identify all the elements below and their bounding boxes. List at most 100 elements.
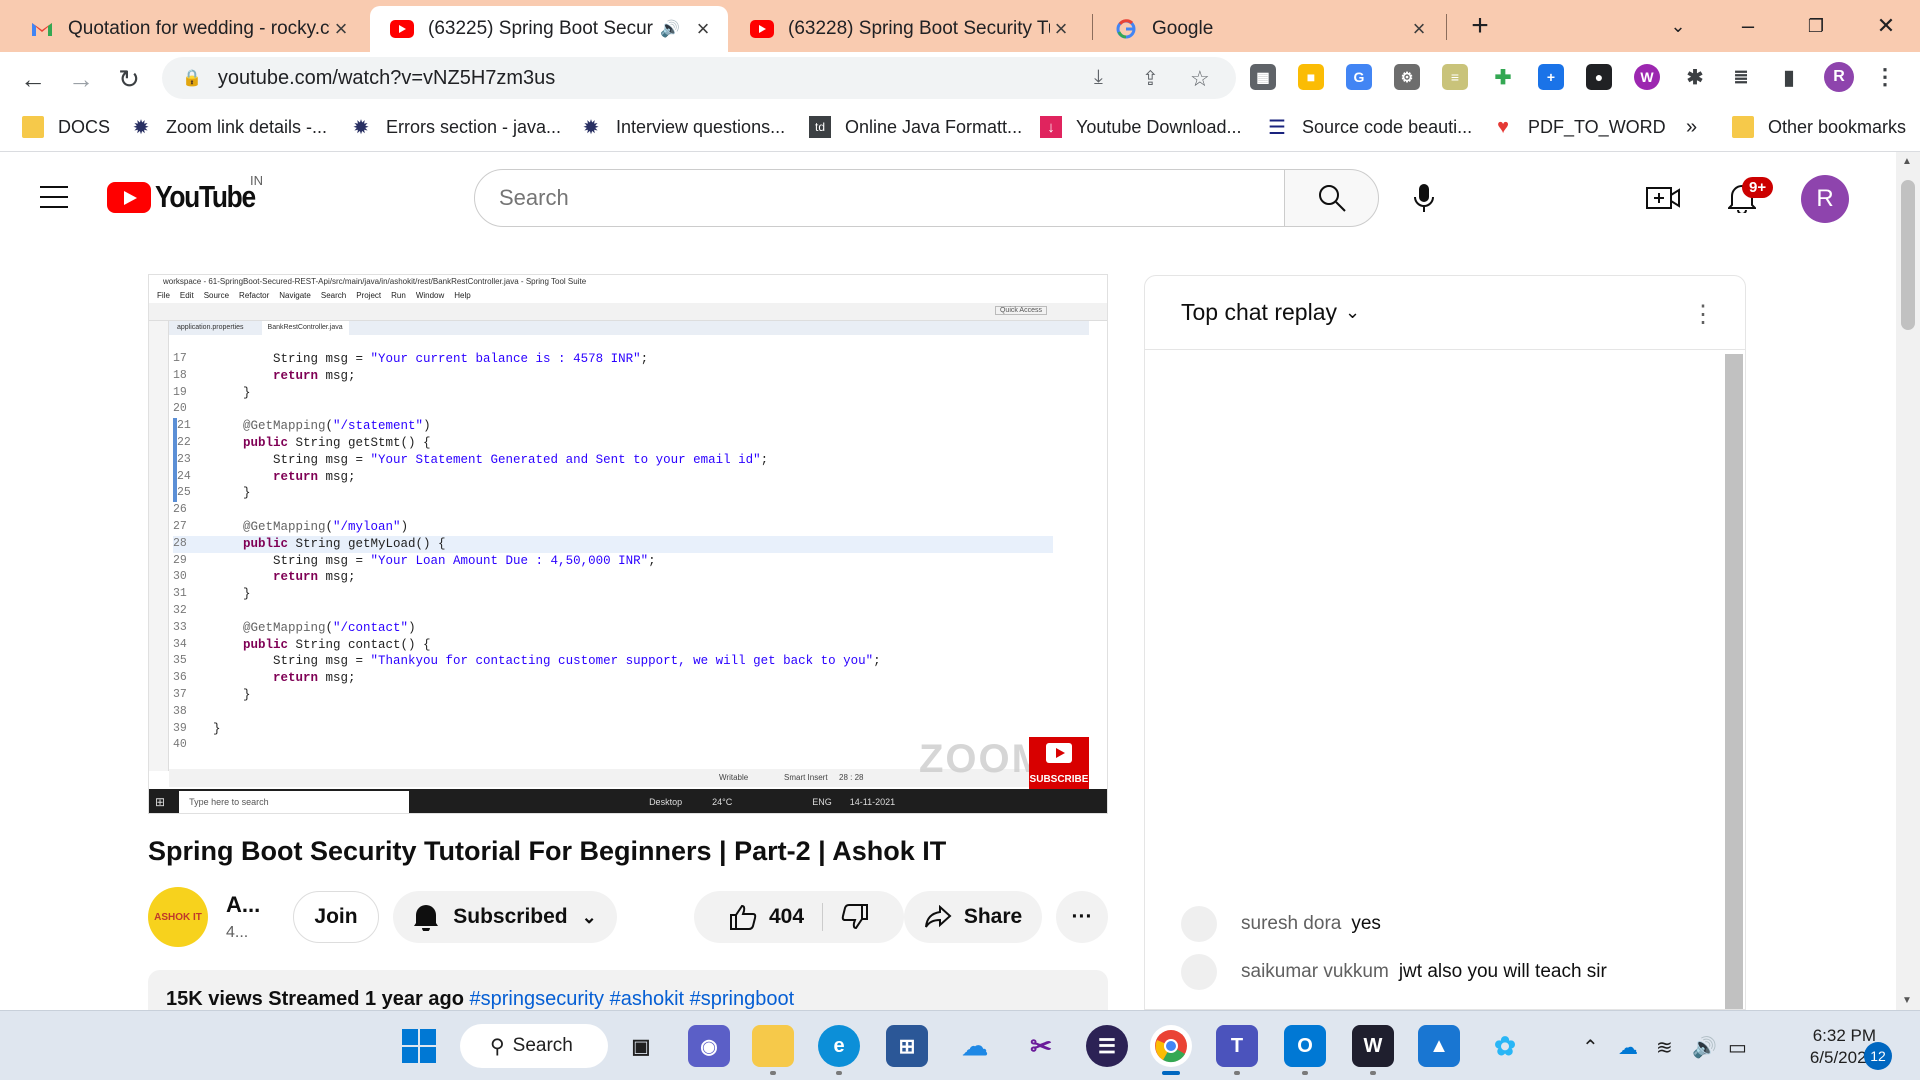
code-text: return msg; <box>273 671 356 686</box>
bookmark-pdf-to-word[interactable]: ♥ PDF_TO_WORD <box>1492 114 1666 140</box>
voice-search-button[interactable] <box>1395 169 1453 227</box>
channel-name[interactable]: A... <box>226 892 260 918</box>
bookmark-online-java-formatter[interactable]: td Online Java Formatt... <box>809 114 1022 140</box>
bookmark-docs[interactable]: DOCS <box>22 114 110 140</box>
chat-avatar[interactable] <box>1181 906 1217 942</box>
chat-kebab-menu-icon[interactable]: ⋮ <box>1691 300 1715 329</box>
clock[interactable]: 6:32 PM 6/5/2023 <box>1782 1025 1876 1069</box>
chrome-browser-icon[interactable] <box>1150 1025 1192 1075</box>
like-button[interactable]: 404 <box>729 903 824 931</box>
new-tab-button[interactable]: + <box>1450 6 1510 46</box>
reload-button[interactable]: ↻ <box>112 62 146 96</box>
bookmark-star-icon[interactable]: ☆ <box>1190 66 1210 92</box>
bookmarks-overflow-button[interactable]: » <box>1686 114 1697 140</box>
taskbar-search[interactable]: ⚲ Search <box>460 1024 608 1068</box>
windows-start-button[interactable] <box>398 1025 440 1067</box>
lock-icon[interactable]: 🔒 <box>182 68 202 88</box>
photos-icon[interactable]: ☁ <box>954 1025 996 1067</box>
bookmark-interview-questions[interactable]: ✹ Interview questions... <box>580 114 785 140</box>
extension-icon[interactable]: ✚ <box>1490 64 1516 90</box>
minimize-button[interactable]: – <box>1718 6 1778 46</box>
share-button[interactable]: Share <box>904 891 1042 943</box>
extension-icon[interactable]: ■ <box>1298 64 1324 90</box>
close-icon[interactable]: × <box>330 16 352 42</box>
restore-button[interactable]: ❐ <box>1786 6 1846 46</box>
scroll-down-arrow-icon[interactable]: ▼ <box>1902 995 1912 1006</box>
search-box[interactable] <box>474 169 1285 227</box>
puzzle-icon[interactable]: ✱ <box>1682 64 1708 90</box>
more-actions-button[interactable]: ··· <box>1056 891 1108 943</box>
account-avatar[interactable]: R <box>1801 175 1849 223</box>
kebab-menu-icon[interactable]: ⋮ <box>1872 64 1898 90</box>
tab-search-chevron-icon[interactable]: ⌄ <box>1648 6 1708 46</box>
description-box[interactable]: 15K views Streamed 1 year ago #springsec… <box>148 970 1108 1010</box>
create-video-button[interactable] <box>1643 178 1683 218</box>
show-hidden-icons-chevron-icon[interactable]: ⌃ <box>1582 1035 1599 1060</box>
extension-icon[interactable]: ≡ <box>1442 64 1468 90</box>
chat-scrollbar[interactable] <box>1725 354 1743 1009</box>
media-control-icon[interactable]: ≣ <box>1728 64 1754 90</box>
forward-button[interactable]: → <box>64 62 98 96</box>
extension-icon[interactable]: + <box>1538 64 1564 90</box>
youtube-logo[interactable]: YouTube IN <box>107 173 273 215</box>
install-app-icon[interactable]: ⤓ <box>1094 66 1103 89</box>
extension-icon[interactable]: W <box>1634 64 1660 90</box>
eclipse-icon[interactable]: ☰ <box>1086 1025 1128 1067</box>
back-button[interactable]: ← <box>16 62 50 96</box>
edge-browser-icon[interactable]: e <box>818 1025 860 1075</box>
close-icon[interactable]: × <box>1050 16 1072 42</box>
teams-chat-icon[interactable]: ◉ <box>688 1025 730 1067</box>
hamburger-menu-icon[interactable] <box>40 186 68 208</box>
side-panel-icon[interactable]: ▮ <box>1776 64 1802 90</box>
join-button[interactable]: Join <box>293 891 379 943</box>
subscribed-button[interactable]: Subscribed ⌄ <box>393 891 617 943</box>
onedrive-cloud-icon[interactable]: ☁ <box>1618 1035 1638 1060</box>
translate-extension-icon[interactable]: G <box>1346 64 1372 90</box>
webex-icon[interactable]: W <box>1352 1025 1394 1075</box>
extension-icon[interactable]: ▦ <box>1250 64 1276 90</box>
tab-youtube-active[interactable]: (63225) Spring Boot Security 🔊 × <box>370 6 728 52</box>
tab-google[interactable]: Google × <box>1094 6 1444 52</box>
speaker-icon[interactable]: 🔊 <box>660 19 680 39</box>
profile-avatar[interactable]: R <box>1824 62 1854 92</box>
share-page-icon[interactable]: ⇪ <box>1142 66 1159 91</box>
page-scrollbar[interactable]: ▲ ▼ <box>1896 152 1920 1010</box>
snipping-tool-icon[interactable]: ✂ <box>1020 1025 1062 1067</box>
dislike-button[interactable] <box>823 903 869 931</box>
chat-author[interactable]: suresh dora <box>1241 913 1341 935</box>
extension-icon[interactable]: ● <box>1586 64 1612 90</box>
notification-center-badge[interactable]: 12 <box>1864 1042 1892 1070</box>
search-button[interactable] <box>1284 169 1379 227</box>
task-view-icon[interactable]: ▣ <box>620 1025 662 1067</box>
close-icon[interactable]: × <box>1408 16 1430 42</box>
chat-avatar[interactable] <box>1181 954 1217 990</box>
extension-icon[interactable]: ⚙ <box>1394 64 1420 90</box>
bookmark-other-bookmarks[interactable]: Other bookmarks <box>1732 114 1906 140</box>
channel-avatar[interactable]: ASHOK IT <box>148 887 208 947</box>
tab-gmail[interactable]: Quotation for wedding - rocky.ct × <box>10 6 366 52</box>
bookmark-zoom-link[interactable]: ✹ Zoom link details -... <box>130 114 327 140</box>
chat-author[interactable]: saikumar vukkum <box>1241 961 1389 983</box>
outlook-icon[interactable]: O <box>1284 1025 1326 1075</box>
address-bar[interactable]: 🔒 youtube.com/watch?v=vNZ5H7zm3us <box>162 57 1236 99</box>
video-hashtags[interactable]: #springsecurity #ashokit #springboot <box>470 988 795 1010</box>
scroll-up-arrow-icon[interactable]: ▲ <box>1902 156 1912 167</box>
bookmark-youtube-download[interactable]: ↓ Youtube Download... <box>1040 114 1241 140</box>
chat-mode-selector[interactable]: Top chat replay ⌄ <box>1145 276 1745 350</box>
video-player[interactable]: workspace - 61-SpringBoot-Secured-REST-A… <box>148 274 1108 814</box>
microsoft-store-icon[interactable]: ⊞ <box>886 1025 928 1067</box>
search-input[interactable] <box>499 185 1284 211</box>
scrollbar-thumb[interactable] <box>1901 180 1915 330</box>
close-window-button[interactable]: ✕ <box>1856 6 1916 46</box>
battery-icon[interactable]: ▭ <box>1728 1035 1747 1060</box>
volume-icon[interactable]: 🔊 <box>1692 1035 1717 1060</box>
bookmark-source-code-beautifier[interactable]: ☰ Source code beauti... <box>1266 114 1472 140</box>
close-icon[interactable]: × <box>692 16 714 42</box>
image-viewer-icon[interactable]: ▲ <box>1418 1025 1460 1067</box>
tab-youtube[interactable]: (63228) Spring Boot Security Tuto × <box>730 6 1086 52</box>
teams-icon[interactable]: T <box>1216 1025 1258 1075</box>
bookmark-errors-section[interactable]: ✹ Errors section - java... <box>350 114 561 140</box>
paint-icon[interactable]: ✿ <box>1484 1025 1526 1067</box>
wifi-icon[interactable]: ≋ <box>1656 1035 1673 1060</box>
file-explorer-icon[interactable] <box>752 1025 794 1075</box>
